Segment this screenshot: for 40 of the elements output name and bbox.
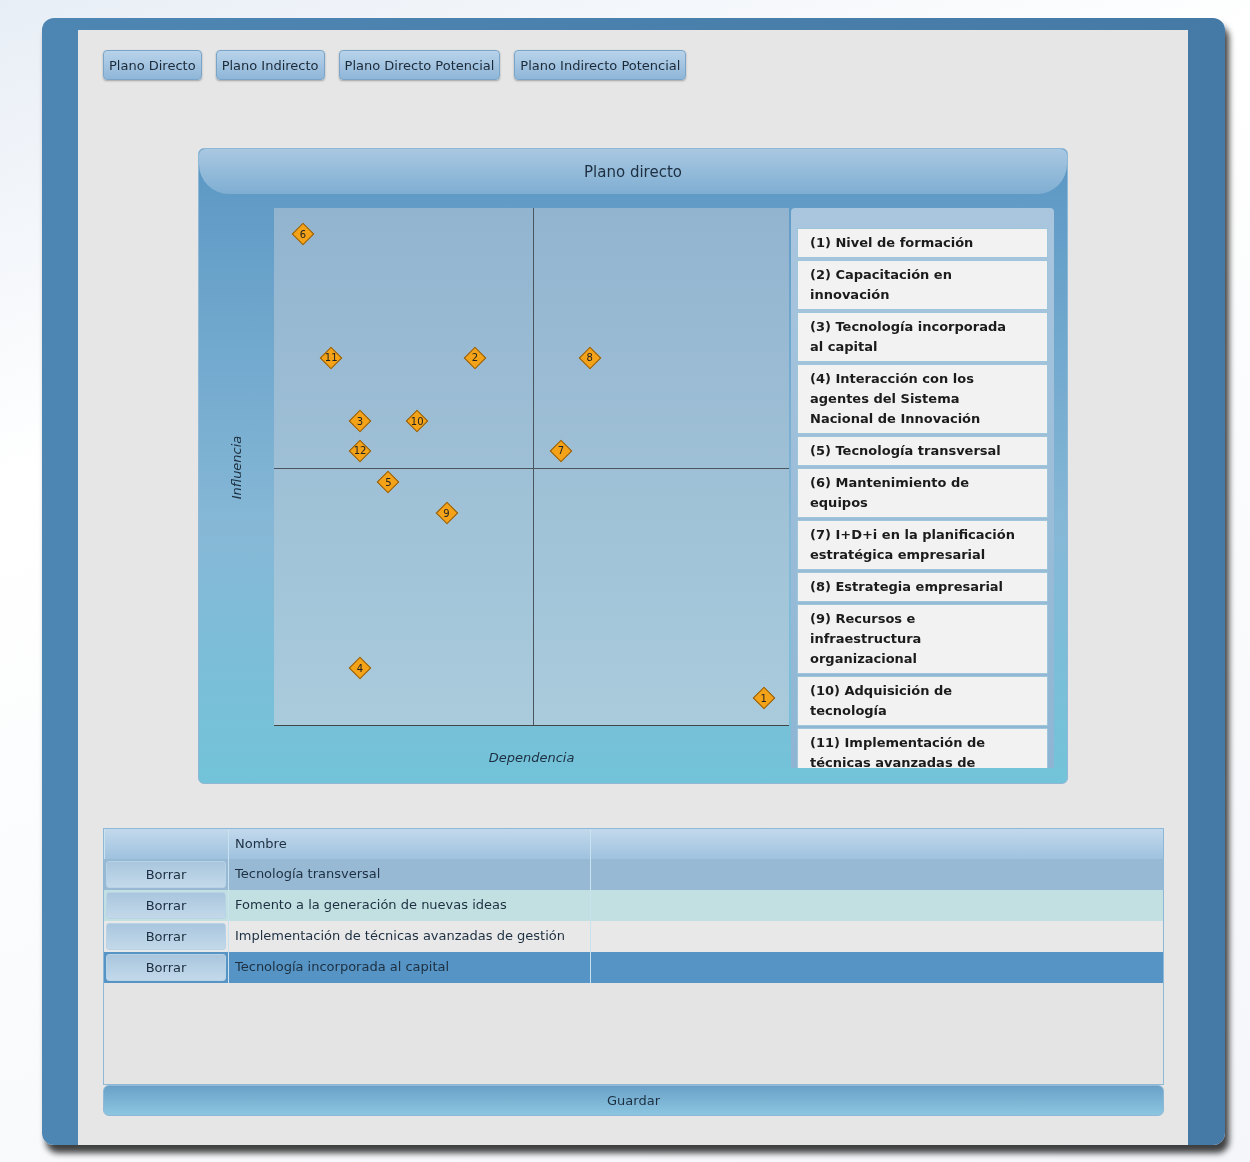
data-point: 8 [578,346,601,369]
data-point: 5 [377,471,400,493]
table-row[interactable]: Borrar Tecnología transversal [104,859,1163,890]
data-point: 12 [349,440,371,462]
data-point: 7 [549,440,572,462]
table-row[interactable]: Borrar Implementación de técnicas avanzadas de gestión [104,921,1163,952]
legend-item: (9) Recursos e infraestructura organizacional [797,604,1048,674]
x-axis-label: Dependencia [488,750,575,765]
delete-button[interactable]: Borrar [106,954,226,981]
legend-item: (3) Tecnología incorporada al capital [797,312,1048,362]
legend-item: (8) Estrategia empresarial [797,572,1048,602]
delete-button[interactable]: Borrar [106,861,226,888]
data-point: 3 [349,410,371,432]
legend-item: (4) Interacción con los agentes del Sistema Nacional de Innovación [797,364,1048,434]
data-point: 11 [320,346,343,369]
legend-item: (6) Mantenimiento de equipos [797,468,1048,518]
data-point: 4 [349,657,371,680]
legend-item: (7) I+D+i en la planificación estratégica empresarial [797,520,1048,570]
data-point: 6 [291,223,314,246]
legend-item: (10) Adquisición de tecnología [797,676,1048,726]
data-point: 1 [752,687,775,710]
data-point: 10 [406,410,429,432]
y-axis-label: Influencia [229,435,244,499]
data-point: 2 [463,346,486,369]
chart-title: Plano directo [199,149,1067,194]
legend-item: (11) Implementación de técnicas avanzadas de [797,728,1048,768]
delete-button[interactable]: Borrar [106,923,226,950]
save-button[interactable]: Guardar [103,1085,1164,1116]
view-button[interactable]: Plano Directo Potencial [338,50,501,80]
view-button[interactable]: Plano Directo [103,50,202,80]
legend-item: (5) Tecnología transversal [797,436,1048,466]
legend-item: (1) Nivel de formación [797,228,1048,258]
view-button[interactable]: Plano Indirecto Potencial [514,50,687,80]
table-row[interactable]: Borrar Tecnología incorporada al capital [104,952,1163,983]
table-row[interactable]: Borrar Fomento a la generación de nuevas ideas [104,890,1163,921]
delete-button[interactable]: Borrar [106,892,226,919]
legend-item: (2) Capacitación en innovación [797,260,1048,310]
table-cell: Tecnología incorporada al capital [228,952,590,983]
data-point: 9 [435,502,458,524]
view-button[interactable]: Plano Indirecto [215,50,325,80]
